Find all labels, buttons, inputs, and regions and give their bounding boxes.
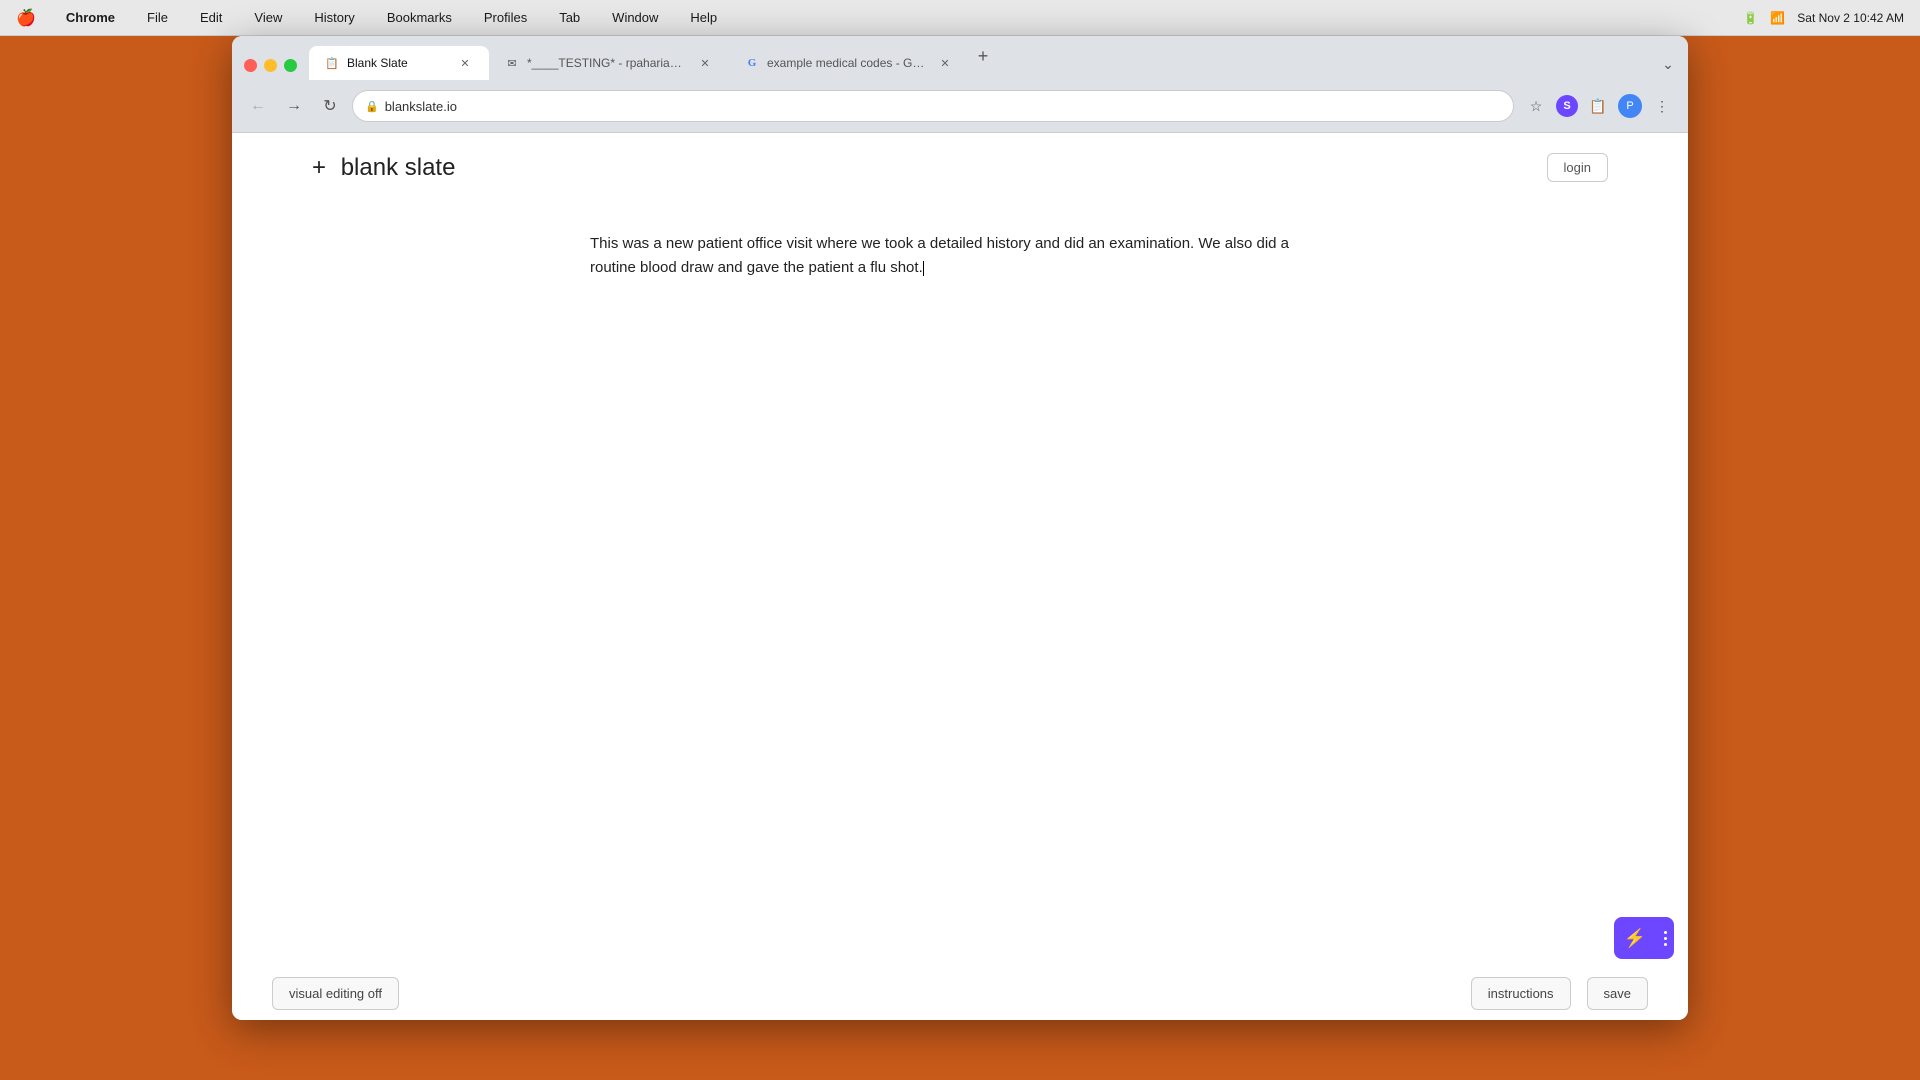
dot-3 — [1664, 943, 1667, 946]
menubar-app-name[interactable]: Chrome — [60, 8, 121, 27]
tab-favicon-2: ✉ — [505, 56, 519, 70]
tab-blank-slate[interactable]: 📋 Blank Slate ✕ — [309, 46, 489, 80]
bookmark-button[interactable]: ☆ — [1522, 92, 1550, 120]
editor-text[interactable]: This was a new patient office visit wher… — [590, 232, 1330, 280]
menubar: 🍎 Chrome File Edit View History Bookmark… — [0, 0, 1920, 36]
tab-testing-email[interactable]: ✉ *____TESTING* - rpaharia@... ✕ — [489, 46, 729, 80]
back-button[interactable]: ← — [244, 92, 272, 120]
forward-button[interactable]: → — [280, 92, 308, 120]
browser-chrome: 📋 Blank Slate ✕ ✉ *____TESTING* - rpahar… — [232, 36, 1688, 133]
lightning-menu-button[interactable] — [1656, 917, 1674, 959]
browser-actions: ☆ S 📋 P ⋮ — [1522, 92, 1676, 120]
reload-button[interactable]: ↻ — [316, 92, 344, 120]
dot-1 — [1664, 931, 1667, 934]
login-button[interactable]: login — [1547, 153, 1608, 182]
close-traffic-light[interactable] — [244, 59, 257, 72]
expand-tabs-button[interactable]: ⌄ — [1656, 52, 1680, 76]
traffic-lights — [240, 59, 309, 80]
lightning-icon: ⚡ — [1624, 928, 1646, 949]
menubar-edit[interactable]: Edit — [194, 8, 228, 27]
url-text: blankslate.io — [385, 99, 1501, 114]
tab-title-3: example medical codes - Go... — [767, 56, 929, 70]
tab-medical-codes[interactable]: G example medical codes - Go... ✕ — [729, 46, 969, 80]
app-logo: + blank slate — [312, 154, 455, 182]
editor-area[interactable]: This was a new patient office visit wher… — [510, 192, 1410, 320]
browser-window: 📋 Blank Slate ✕ ✉ *____TESTING* - rpahar… — [232, 36, 1688, 1020]
maximize-traffic-light[interactable] — [284, 59, 297, 72]
tab-title-1: Blank Slate — [347, 56, 449, 70]
menubar-file[interactable]: File — [141, 8, 174, 27]
url-bar[interactable]: 🔒 blankslate.io — [352, 90, 1514, 122]
tab-right-controls: ⌄ — [1656, 52, 1680, 80]
text-cursor — [923, 261, 924, 276]
logo-name: blank slate — [341, 154, 456, 182]
lightning-button[interactable]: ⚡ — [1614, 917, 1656, 959]
menubar-bookmarks[interactable]: Bookmarks — [381, 8, 458, 27]
bottom-right-actions: instructions save — [1471, 977, 1648, 1010]
lock-icon: 🔒 — [365, 100, 379, 113]
dot-2 — [1664, 937, 1667, 940]
editor-content: This was a new patient office visit wher… — [590, 235, 1289, 276]
logo-plus: + — [312, 154, 326, 182]
visual-editing-button[interactable]: visual editing off — [272, 977, 399, 1010]
menubar-history[interactable]: History — [308, 8, 360, 27]
tab-close-3[interactable]: ✕ — [937, 55, 953, 71]
tab-favicon-3: G — [745, 56, 759, 70]
new-tab-button[interactable]: + — [969, 42, 997, 70]
tab-favicon-1: 📋 — [325, 56, 339, 70]
menubar-profiles[interactable]: Profiles — [478, 8, 533, 27]
apple-logo: 🍎 — [16, 8, 36, 28]
profile-icon[interactable]: P — [1618, 94, 1642, 118]
address-bar: ← → ↻ 🔒 blankslate.io ☆ S 📋 P ⋮ — [232, 80, 1688, 132]
lightning-widget-group: ⚡ — [1614, 917, 1674, 959]
tab-bar: 📋 Blank Slate ✕ ✉ *____TESTING* - rpahar… — [232, 36, 1688, 80]
extension-icon[interactable]: S — [1556, 95, 1578, 117]
instructions-button[interactable]: instructions — [1471, 977, 1571, 1010]
page-wrapper: + blank slate login This was a new patie… — [232, 133, 1688, 1020]
menubar-right: 🔋 📶 Sat Nov 2 10:42 AM — [1743, 11, 1904, 25]
app-header: + blank slate login — [232, 133, 1688, 192]
tab-close-2[interactable]: ✕ — [697, 55, 713, 71]
bottom-bar: visual editing off instructions save — [232, 965, 1688, 1020]
wifi-icon: 📶 — [1770, 11, 1785, 25]
save-button[interactable]: save — [1587, 977, 1648, 1010]
screenshot-button[interactable]: 📋 — [1584, 92, 1612, 120]
datetime: Sat Nov 2 10:42 AM — [1797, 11, 1904, 25]
tab-close-1[interactable]: ✕ — [457, 55, 473, 71]
battery-icon: 🔋 — [1743, 11, 1758, 25]
menubar-view[interactable]: View — [248, 8, 288, 27]
tab-title-2: *____TESTING* - rpaharia@... — [527, 56, 689, 70]
minimize-traffic-light[interactable] — [264, 59, 277, 72]
menu-button[interactable]: ⋮ — [1648, 92, 1676, 120]
menubar-help[interactable]: Help — [684, 8, 723, 27]
menubar-tab[interactable]: Tab — [553, 8, 586, 27]
page-content: + blank slate login This was a new patie… — [232, 133, 1688, 1020]
menubar-window[interactable]: Window — [606, 8, 664, 27]
